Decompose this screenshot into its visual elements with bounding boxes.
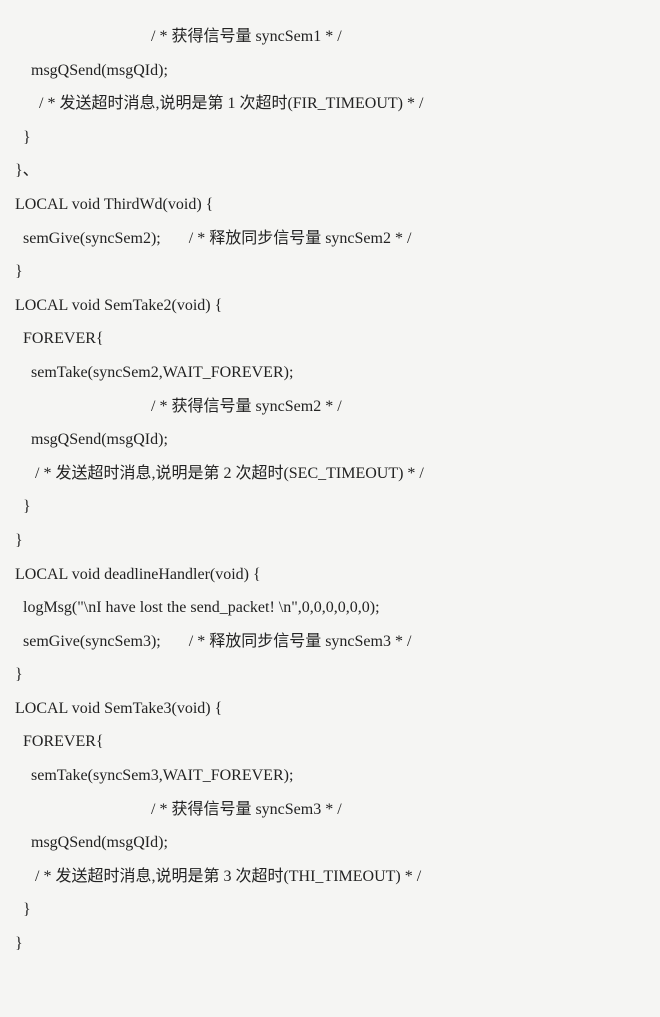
code-line: semTake(syncSem3,WAIT_FOREVER); [15,759,645,793]
code-line: / * 获得信号量 syncSem2 * / [15,390,645,424]
code-line: msgQSend(msgQId); [15,54,645,88]
code-line: semGive(syncSem2); / * 释放同步信号量 syncSem2 … [15,222,645,256]
code-line: / * 发送超时消息,说明是第 1 次超时(FIR_TIMEOUT) * / [15,87,645,121]
code-line: } [15,893,645,927]
code-line: / * 发送超时消息,说明是第 2 次超时(SEC_TIMEOUT) * / [15,457,645,491]
code-line: LOCAL void ThirdWd(void) { [15,188,645,222]
code-line: } [15,255,645,289]
code-line: } [15,524,645,558]
code-line: } [15,490,645,524]
code-line: msgQSend(msgQId); [15,826,645,860]
code-line: / * 获得信号量 syncSem3 * / [15,793,645,827]
code-line: }、 [15,154,645,188]
code-line: FOREVER{ [15,322,645,356]
code-line: logMsg("\nI have lost the send_packet! \… [15,591,645,625]
code-line: semTake(syncSem2,WAIT_FOREVER); [15,356,645,390]
code-line: LOCAL void deadlineHandler(void) { [15,558,645,592]
code-line: msgQSend(msgQId); [15,423,645,457]
code-line: semGive(syncSem3); / * 释放同步信号量 syncSem3 … [15,625,645,659]
code-line: } [15,658,645,692]
code-line: / * 获得信号量 syncSem1 * / [15,20,645,54]
code-line: LOCAL void SemTake2(void) { [15,289,645,323]
code-block: / * 获得信号量 syncSem1 * / msgQSend(msgQId);… [15,20,645,961]
code-line: FOREVER{ [15,725,645,759]
code-line: LOCAL void SemTake3(void) { [15,692,645,726]
code-line: } [15,121,645,155]
code-line: } [15,927,645,961]
code-line: / * 发送超时消息,说明是第 3 次超时(THI_TIMEOUT) * / [15,860,645,894]
